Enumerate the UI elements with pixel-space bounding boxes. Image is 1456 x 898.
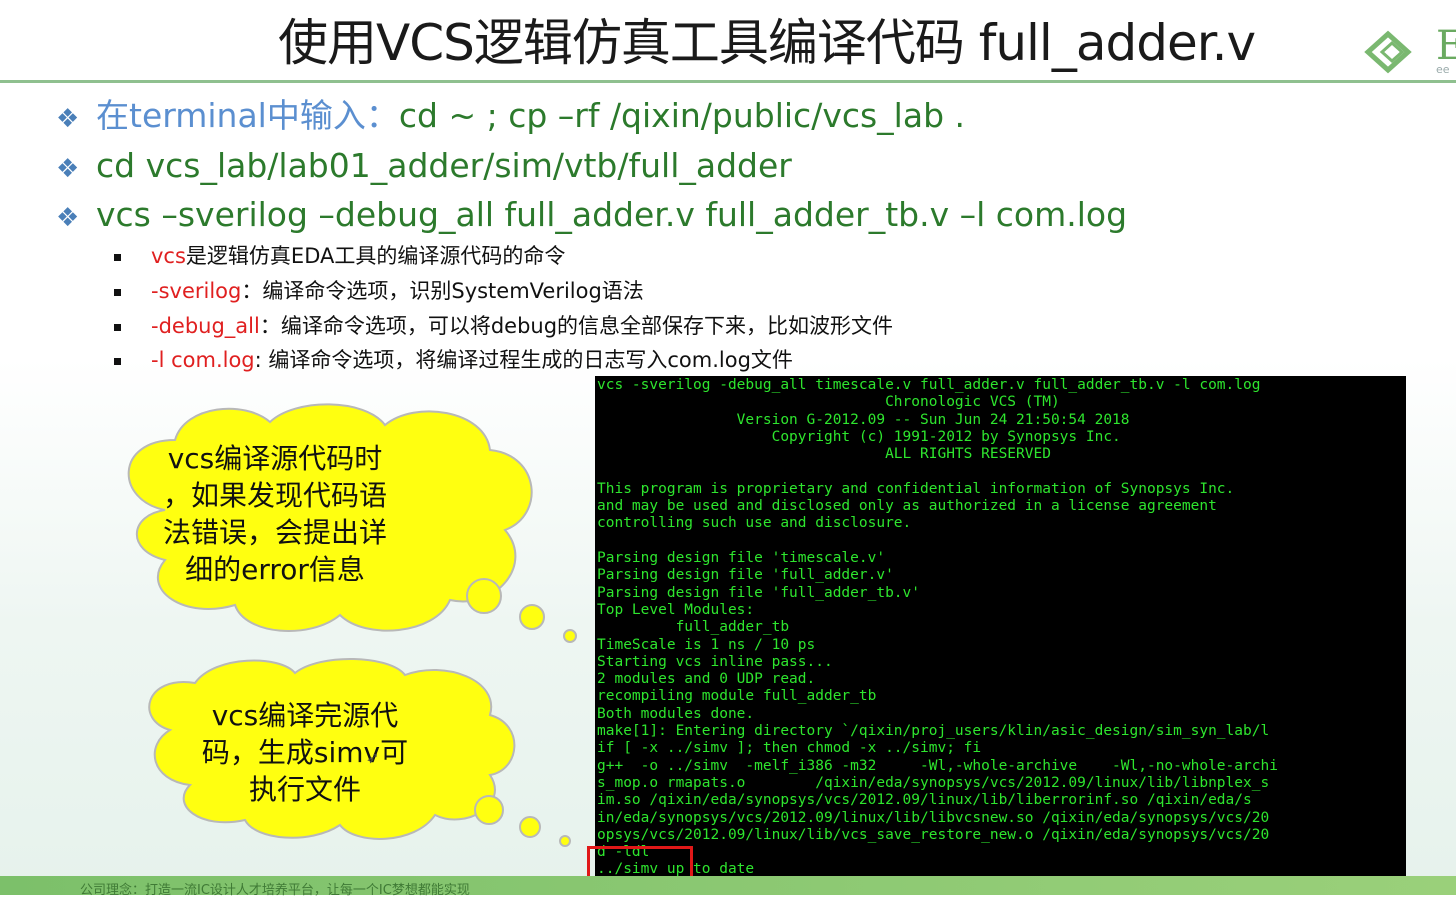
square-bullet-icon [114, 323, 121, 331]
sub-bullet-2-desc: ：编译命令选项，识别SystemVerilog语法 [241, 279, 644, 303]
square-bullet-icon [114, 288, 121, 296]
bullet-1-text: cd ~ ; cp –rf /qixin/public/vcs_lab . [398, 96, 965, 135]
terminal-line: Copyright (c) 1991-2012 by Synopsys Inc. [597, 428, 1121, 445]
callout-2-line3: 执行文件 [248, 773, 361, 806]
terminal-line: Top Level Modules: [597, 601, 755, 618]
diamond-bullet-icon: ❖ [56, 104, 80, 134]
terminal-line: g++ -o ../simv -melf_i386 -m32 -Wl,-whol… [597, 757, 1278, 774]
terminal-line: Chronologic VCS (TM) [597, 394, 1060, 411]
logo-subtext: ee [1436, 63, 1450, 76]
sub-bullet-3-key: -debug_all [151, 314, 260, 338]
mouse-cursor-icon: ➶ [366, 748, 380, 767]
terminal-line: vcs -sverilog -debug_all timescale.v ful… [597, 377, 1261, 393]
square-bullet-icon [114, 357, 121, 365]
square-bullet-icon [114, 253, 121, 261]
terminal-line: im.so /qixin/eda/synopsys/vcs/2012.09/li… [597, 792, 1252, 809]
sub-bullet-1: vcs是逻辑仿真EDA工具的编译源代码的命令 [114, 242, 565, 270]
callout-1-text: vcs编译源代码时 ，如果发现代码语 法错误，会提出详 细的error信息 [120, 440, 430, 588]
terminal-line: controlling such use and disclosure. [597, 515, 912, 532]
terminal-line: make[1]: Entering directory `/qixin/proj… [597, 723, 1270, 739]
terminal-line: and may be used and disclosed only as au… [597, 498, 1217, 515]
sub-bullet-4-key: -l com.log [151, 348, 255, 372]
sub-bullet-1-key: vcs [151, 244, 186, 268]
terminal-line: Parsing design file 'timescale.v' [597, 550, 886, 566]
terminal-line: Parsing design file 'full_adder.v' [597, 567, 894, 584]
terminal-line: 2 modules and 0 UDP read. [597, 671, 816, 688]
bullet-3-text: vcs –sverilog –debug_all full_adder.v fu… [96, 195, 1128, 234]
sub-bullet-3: -debug_all：编译命令选项，可以将debug的信息全部保存下来，比如波形… [114, 312, 893, 340]
terminal-line: s_mop.o rmapats.o /qixin/eda/synopsys/vc… [597, 774, 1270, 791]
callout-1-line4: 细的error信息 [185, 553, 365, 586]
bullet-3: ❖ vcs –sverilog –debug_all full_adder.v f… [56, 195, 1127, 238]
bullet-1: ❖ 在terminal中输入：cd ~ ; cp –rf /qixin/publi… [56, 96, 965, 139]
terminal-line: Parsing design file 'full_adder_tb.v' [597, 584, 921, 601]
callout-2-text: vcs编译完源代 码，生成simv可 执行文件 [160, 697, 450, 808]
terminal-line: This program is proprietary and confiden… [597, 480, 1235, 497]
callout-1-line1: vcs编译源代码时 [167, 442, 383, 475]
diamond-bullet-icon: ❖ [56, 154, 80, 184]
terminal-line: in/eda/synopsys/vcs/2012.09/linux/lib/li… [597, 809, 1270, 826]
terminal-line: Both modules done. [597, 705, 755, 722]
sub-bullet-2: -sverilog：编译命令选项，识别SystemVerilog语法 [114, 277, 644, 305]
sub-bullet-4: -l com.log: 编译命令选项，将编译过程生成的日志写入com.log文件 [114, 346, 793, 374]
terminal-line: Version G-2012.09 -- Sun Jun 24 21:50:54… [597, 411, 1130, 428]
callout-1-line3: 法错误，会提出详 [162, 516, 387, 549]
terminal-line: TimeScale is 1 ns / 10 ps [597, 636, 816, 653]
sub-bullet-2-key: -sverilog [151, 279, 242, 303]
terminal-line: full_adder_tb [597, 619, 790, 636]
terminal-line: if [ -x ../simv ]; then chmod -x ../simv… [597, 740, 982, 757]
callout-1-line2: ，如果发现代码语 [162, 479, 387, 512]
title-divider [0, 80, 1456, 83]
bullet-2: ❖ cd vcs_lab/lab01_adder/sim/vtb/full_add… [56, 146, 792, 189]
bullet-1-prefix: 在terminal中输入： [96, 96, 399, 135]
terminal-window[interactable]: vcs -sverilog -debug_all timescale.v ful… [595, 376, 1406, 885]
footer-text: 公司理念：打造一流IC设计人才培养平台，让每一个IC梦想都能实现 [80, 883, 470, 898]
sub-bullet-3-desc: ：编译命令选项，可以将debug的信息全部保存下来，比如波形文件 [259, 314, 894, 338]
bullet-2-text: cd vcs_lab/lab01_adder/sim/vtb/full_adde… [96, 146, 792, 185]
terminal-line: recompiling module full_adder_tb [597, 688, 877, 705]
callout-2-line2: 码，生成simv可 [201, 736, 409, 769]
slide-title: 使用VCS逻辑仿真工具编译代码 full_adder.v [278, 14, 1256, 72]
terminal-line: ALL RIGHTS RESERVED [597, 446, 1051, 463]
terminal-line: opsys/vcs/2012.09/linux/lib/vcs_save_res… [597, 826, 1270, 843]
terminal-line: Starting vcs inline pass... [597, 653, 833, 670]
sub-bullet-4-desc: : 编译命令选项，将编译过程生成的日志写入com.log文件 [254, 348, 793, 372]
sub-bullet-1-desc: 是逻辑仿真EDA工具的编译源代码的命令 [185, 244, 566, 268]
diamond-bullet-icon: ❖ [56, 203, 80, 233]
callout-2-line1: vcs编译完源代 [211, 699, 399, 732]
